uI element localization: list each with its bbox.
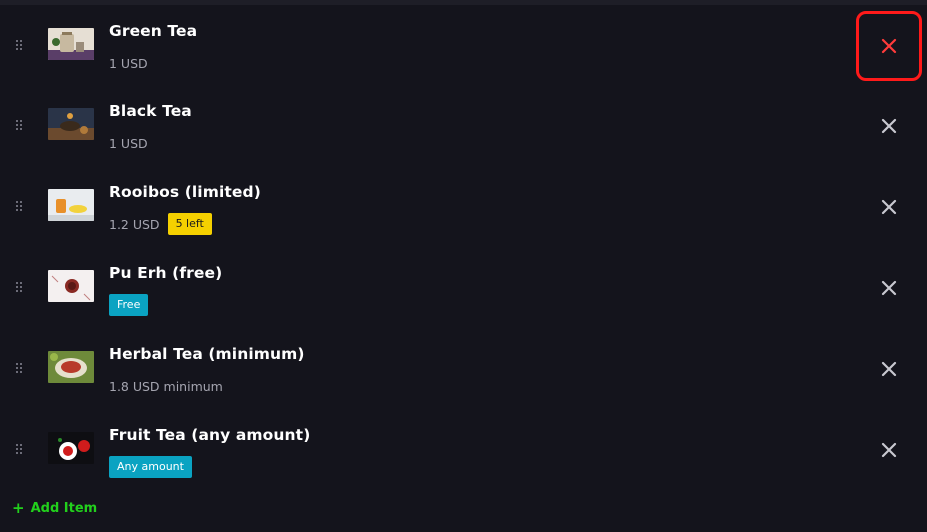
add-item-label: Add Item bbox=[30, 500, 98, 516]
item-title: Black Tea bbox=[109, 102, 192, 120]
close-icon bbox=[881, 118, 897, 134]
item-thumbnail bbox=[48, 432, 94, 464]
item-title: Fruit Tea (any amount) bbox=[109, 426, 311, 444]
remove-item-button[interactable] bbox=[873, 30, 905, 62]
drag-handle-icon[interactable] bbox=[16, 282, 22, 292]
drag-handle-icon[interactable] bbox=[16, 363, 22, 373]
drag-handle-icon[interactable] bbox=[16, 120, 22, 130]
item-meta: Any amount bbox=[109, 456, 192, 478]
item-meta: 1.2 USD 5 left bbox=[109, 213, 212, 235]
item-price: 1.8 USD minimum bbox=[109, 378, 223, 394]
item-price: 1.2 USD bbox=[109, 216, 160, 232]
item-thumbnail bbox=[48, 270, 94, 302]
drag-handle-icon[interactable] bbox=[16, 201, 22, 211]
drag-handle-icon[interactable] bbox=[16, 444, 22, 454]
item-thumbnail bbox=[48, 28, 94, 60]
item-title: Herbal Tea (minimum) bbox=[109, 345, 305, 363]
item-meta: 1 USD bbox=[109, 52, 148, 74]
item-price: 1 USD bbox=[109, 135, 148, 151]
item-title: Green Tea bbox=[109, 22, 198, 40]
list-item: Green Tea 1 USD bbox=[0, 5, 927, 85]
close-icon bbox=[881, 280, 897, 296]
remove-item-button[interactable] bbox=[873, 272, 905, 304]
item-thumbnail bbox=[48, 351, 94, 383]
item-title: Pu Erh (free) bbox=[109, 264, 223, 282]
list-item: Fruit Tea (any amount) Any amount bbox=[0, 409, 927, 489]
drag-handle-icon[interactable] bbox=[16, 40, 22, 50]
stock-badge: 5 left bbox=[167, 213, 212, 235]
item-meta: 1.8 USD minimum bbox=[109, 375, 223, 397]
item-thumbnail bbox=[48, 108, 94, 140]
close-icon bbox=[881, 442, 897, 458]
remove-item-button[interactable] bbox=[873, 110, 905, 142]
plus-icon: + bbox=[12, 499, 25, 517]
price-badge: Any amount bbox=[109, 456, 192, 478]
close-icon bbox=[881, 361, 897, 377]
item-thumbnail bbox=[48, 189, 94, 221]
add-item-button[interactable]: + Add Item bbox=[12, 499, 97, 517]
remove-item-button[interactable] bbox=[873, 353, 905, 385]
list-item: Herbal Tea (minimum) 1.8 USD minimum bbox=[0, 328, 927, 409]
item-price: 1 USD bbox=[109, 55, 148, 71]
remove-item-button[interactable] bbox=[873, 434, 905, 466]
item-meta: 1 USD bbox=[109, 132, 148, 154]
list-item: Black Tea 1 USD bbox=[0, 85, 927, 166]
list-item: Pu Erh (free) Free bbox=[0, 247, 927, 328]
tea-item-list: Green Tea 1 USD Black Tea 1 USD Rooibos … bbox=[0, 5, 927, 489]
item-title: Rooibos (limited) bbox=[109, 183, 261, 201]
price-badge: Free bbox=[109, 294, 149, 316]
close-icon bbox=[881, 199, 897, 215]
item-meta: Free bbox=[109, 294, 149, 316]
remove-item-button[interactable] bbox=[873, 191, 905, 223]
list-item: Rooibos (limited) 1.2 USD 5 left bbox=[0, 166, 927, 247]
close-icon bbox=[881, 38, 897, 54]
